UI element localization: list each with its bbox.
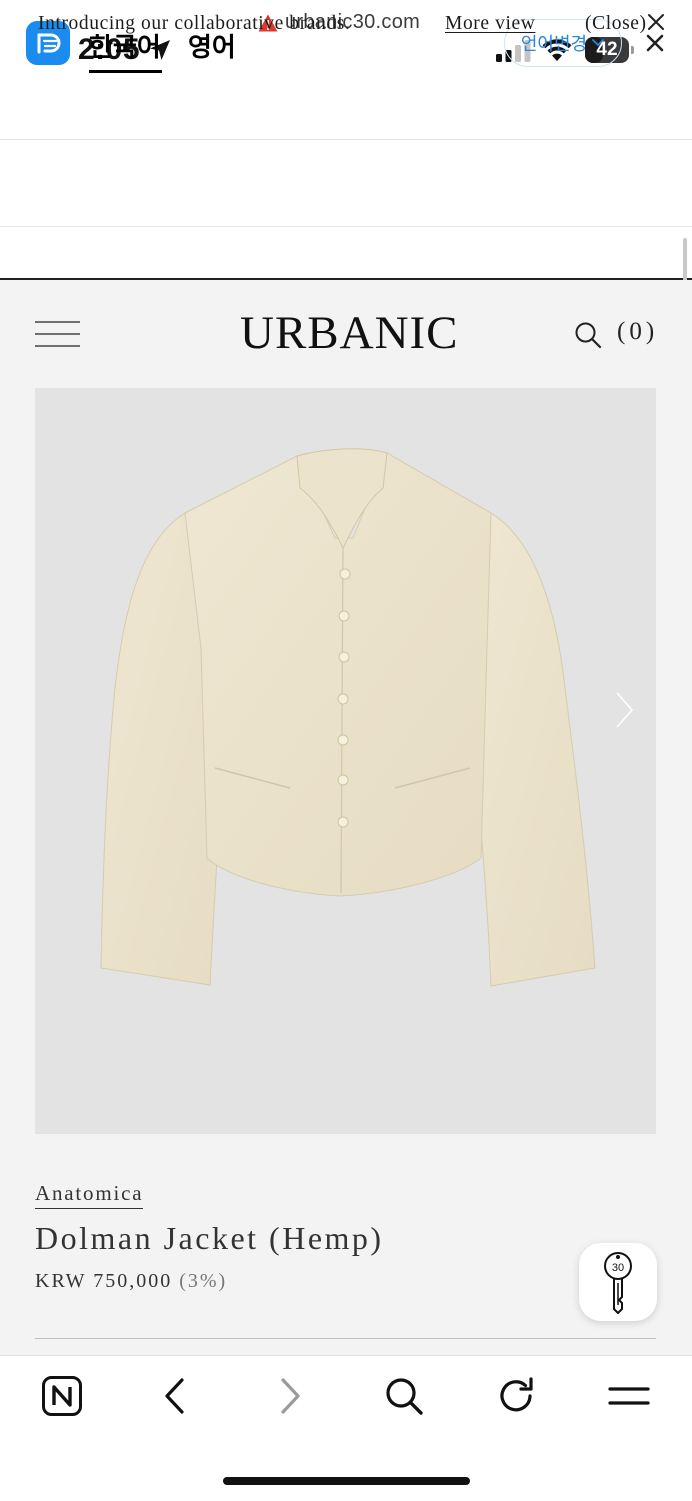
product-title: Dolman Jacket (Hemp) bbox=[35, 1220, 384, 1256]
search-icon[interactable] bbox=[384, 1376, 424, 1416]
announcement-text: Introducing our collaborative brands. bbox=[38, 13, 351, 34]
translate-bar bbox=[0, 140, 692, 227]
cart-count[interactable]: (0) bbox=[617, 318, 658, 346]
chevron-down-icon bbox=[592, 39, 605, 47]
back-icon[interactable] bbox=[162, 1376, 188, 1416]
close-icon[interactable] bbox=[646, 12, 666, 32]
home-indicator[interactable] bbox=[223, 1477, 470, 1485]
product-price: KRW 750,000 bbox=[35, 1270, 173, 1292]
floating-key-button[interactable]: 30 bbox=[579, 1243, 657, 1321]
forward-icon[interactable] bbox=[277, 1376, 303, 1416]
naver-n-icon[interactable] bbox=[42, 1376, 82, 1416]
more-view-link[interactable]: More view bbox=[445, 13, 535, 35]
key-icon: 30 bbox=[604, 1252, 632, 1314]
menu-icon[interactable] bbox=[608, 1376, 650, 1416]
url-bar[interactable] bbox=[0, 95, 692, 140]
jacket-image bbox=[100, 448, 596, 987]
reload-icon[interactable] bbox=[497, 1376, 537, 1416]
product-image[interactable] bbox=[35, 388, 656, 1134]
announcement-bar bbox=[0, 227, 692, 280]
product-brand-link[interactable]: Anatomica bbox=[35, 1181, 144, 1209]
active-tab-indicator bbox=[89, 70, 162, 73]
search-icon[interactable] bbox=[574, 321, 602, 349]
key-badge-label: 30 bbox=[612, 1262, 624, 1274]
next-image-arrow-icon[interactable] bbox=[612, 690, 636, 730]
announcement-close-button[interactable]: (Close) bbox=[585, 13, 647, 35]
product-price-row: KRW 750,000 (3%) bbox=[35, 1270, 227, 1293]
hamburger-menu-icon[interactable] bbox=[35, 321, 80, 347]
product-discount: (3%) bbox=[179, 1270, 228, 1292]
close-translate-icon[interactable] bbox=[645, 33, 665, 53]
divider bbox=[35, 1338, 656, 1339]
site-logo[interactable]: URBANIC bbox=[240, 306, 459, 360]
